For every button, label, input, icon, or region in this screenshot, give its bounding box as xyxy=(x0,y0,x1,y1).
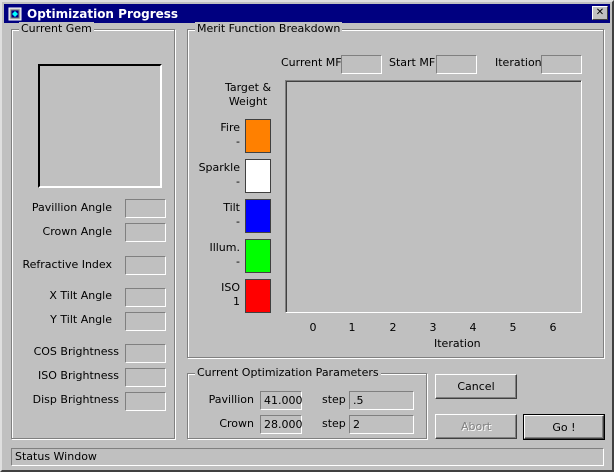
y-tilt-angle-label: Y Tilt Angle xyxy=(50,313,112,326)
y-tilt-angle-value xyxy=(125,312,166,331)
status-text: Status Window xyxy=(15,450,97,463)
sparkle-color-swatch xyxy=(245,159,271,193)
iso-weight: 1 xyxy=(233,295,240,308)
pavillion-angle-value xyxy=(125,199,166,218)
iso-brightness-value xyxy=(125,368,166,387)
crown-param-value: 28.000 xyxy=(260,415,303,434)
target-weight-label: Target & Weight xyxy=(218,81,278,109)
illum-color-swatch xyxy=(245,239,271,273)
x-tick-1: 1 xyxy=(348,321,356,334)
title-bar[interactable]: Optimization Progress ✕ xyxy=(4,4,610,23)
iteration-value xyxy=(541,55,582,74)
disp-brightness-label: Disp Brightness xyxy=(32,393,119,406)
cancel-button[interactable]: Cancel xyxy=(435,374,517,399)
iso-brightness-label: ISO Brightness xyxy=(38,369,119,382)
illum-name: Illum. xyxy=(209,241,240,254)
disp-brightness-value xyxy=(125,392,166,411)
x-tick-0: 0 xyxy=(309,321,317,334)
iso-name: ISO xyxy=(221,281,240,294)
iso-label: ISO 1 xyxy=(188,281,240,309)
tilt-color-swatch xyxy=(245,199,271,233)
refractive-index-value xyxy=(125,256,166,275)
iteration-label: Iteration xyxy=(495,56,542,69)
illum-label: Illum. - xyxy=(188,241,240,269)
crown-step-label: step xyxy=(322,417,346,430)
current-mf-value xyxy=(341,55,382,74)
fire-color-swatch xyxy=(245,119,271,153)
illum-weight: - xyxy=(236,255,240,268)
merit-chart-area xyxy=(285,80,582,313)
merit-function-group-label: Merit Function Breakdown xyxy=(195,22,343,35)
x-tick-3: 3 xyxy=(429,321,437,334)
status-window: Status Window xyxy=(11,448,604,466)
gem-app-icon xyxy=(7,6,23,22)
merit-function-group: Merit Function Breakdown Current MF Star… xyxy=(187,22,604,358)
current-mf-label: Current MF xyxy=(281,56,342,69)
abort-button-label: Abort xyxy=(460,420,492,433)
gem-preview xyxy=(38,64,162,188)
tilt-name: Tilt xyxy=(223,201,240,214)
sparkle-weight: - xyxy=(236,175,240,188)
start-mf-label: Start MF xyxy=(389,56,436,69)
pavillion-param-label: Pavillion xyxy=(208,393,254,406)
target-weight-label-line2: Weight xyxy=(228,95,268,108)
x-axis-label: Iteration xyxy=(434,337,481,350)
x-tick-5: 5 xyxy=(509,321,517,334)
pavillion-step-value: .5 xyxy=(349,391,414,410)
fire-label: Fire - xyxy=(188,121,240,149)
fire-name: Fire xyxy=(220,121,240,134)
sparkle-name: Sparkle xyxy=(198,161,240,174)
cancel-button-label: Cancel xyxy=(457,380,495,393)
tilt-weight: - xyxy=(236,215,240,228)
x-tick-2: 2 xyxy=(389,321,397,334)
abort-button[interactable]: Abort xyxy=(435,414,517,439)
pavillion-param-value: 41.000 xyxy=(260,391,303,410)
go-button[interactable]: Go ! xyxy=(523,414,605,440)
close-button[interactable]: ✕ xyxy=(592,6,608,20)
go-button-label: Go ! xyxy=(552,420,576,434)
optimization-progress-window: Optimization Progress ✕ Current Gem Pavi… xyxy=(0,0,614,472)
crown-param-label: Crown xyxy=(219,417,254,430)
target-weight-label-line1: Target & xyxy=(224,81,272,94)
iso-color-swatch xyxy=(245,279,271,313)
pavillion-step-label: step xyxy=(322,393,346,406)
x-tilt-angle-value xyxy=(125,288,166,307)
optimization-params-group-label: Current Optimization Parameters xyxy=(195,366,381,379)
pavillion-angle-label: Pavillion Angle xyxy=(31,201,112,214)
refractive-index-label: Refractive Index xyxy=(22,258,112,271)
sparkle-label: Sparkle - xyxy=(188,161,240,189)
tilt-label: Tilt - xyxy=(188,201,240,229)
crown-angle-label: Crown Angle xyxy=(42,225,112,238)
optimization-params-group: Current Optimization Parameters Pavillio… xyxy=(187,366,427,439)
x-tilt-angle-label: X Tilt Angle xyxy=(49,289,112,302)
crown-angle-value xyxy=(125,223,166,242)
fire-weight: - xyxy=(236,135,240,148)
cos-brightness-label: COS Brightness xyxy=(33,345,119,358)
start-mf-value xyxy=(436,55,477,74)
close-icon: ✕ xyxy=(595,7,605,18)
current-gem-group-label: Current Gem xyxy=(19,22,94,35)
cos-brightness-value xyxy=(125,344,166,363)
window-title: Optimization Progress xyxy=(27,6,179,21)
x-tick-6: 6 xyxy=(549,321,557,334)
x-tick-4: 4 xyxy=(469,321,477,334)
current-gem-group: Current Gem Pavillion Angle Crown Angle … xyxy=(11,22,175,439)
crown-step-value: 2 xyxy=(349,415,414,434)
